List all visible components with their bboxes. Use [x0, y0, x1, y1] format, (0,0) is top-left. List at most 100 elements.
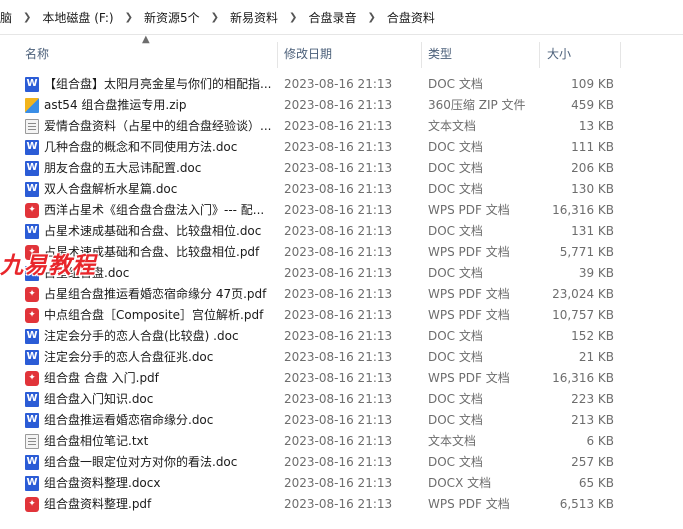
file-row[interactable]: ✦ 占星术速成基础和合盘、比较盘相位.pdf 2023-08-16 21:13 WPS…	[0, 242, 683, 263]
column-divider[interactable]	[620, 42, 621, 68]
column-divider[interactable]	[277, 42, 278, 68]
file-type: WPS PDF 文档	[428, 371, 510, 385]
file-type: DOC 文档	[428, 224, 483, 238]
column-header-row: ▲ 名称 修改日期 类型 大小	[0, 34, 683, 70]
breadcrumb-item[interactable]: 新资源5个	[142, 9, 202, 26]
file-row[interactable]: W 组合盘资料整理.docx 2023-08-16 21:13 DOCX 文档 65 K…	[0, 473, 683, 494]
file-size: 152 KB	[571, 329, 614, 343]
file-row[interactable]: W 【组合盘】太阳月亮金星与你们的相配指... 2023-08-16 21:13 DO…	[0, 74, 683, 95]
word-doc-icon: W	[25, 224, 39, 239]
word-doc-icon: W	[25, 392, 39, 407]
file-row[interactable]: ✦ 西洋占星术《组合盘合盘法入门》--- 配... 2023-08-16 21:13…	[0, 200, 683, 221]
file-row[interactable]: W 朋友合盘的五大忌讳配置.doc 2023-08-16 21:13 DOC 文档 20…	[0, 158, 683, 179]
file-name: 组合盘 合盘 入门.pdf	[44, 371, 159, 385]
file-size: 109 KB	[571, 77, 614, 91]
file-type: DOC 文档	[428, 161, 483, 175]
breadcrumb-item[interactable]: 新易资料	[228, 9, 280, 26]
file-size: 39 KB	[578, 266, 614, 280]
zip-archive-icon	[25, 98, 39, 113]
file-date-modified: 2023-08-16 21:13	[284, 329, 393, 343]
file-date-modified: 2023-08-16 21:13	[284, 119, 393, 133]
watermark-text: 九易教程	[0, 252, 96, 279]
file-type: WPS PDF 文档	[428, 203, 510, 217]
file-type: WPS PDF 文档	[428, 245, 510, 259]
file-name: 组合盘资料整理.docx	[44, 476, 161, 490]
word-doc-icon: W	[25, 161, 39, 176]
file-name: 组合盘相位笔记.txt	[44, 434, 149, 448]
file-row[interactable]: W 组合盘一眼定位对方对你的看法.doc 2023-08-16 21:13 DOC 文…	[0, 452, 683, 473]
file-row[interactable]: W 组合盘入门知识.doc 2023-08-16 21:13 DOC 文档 223 KB	[0, 389, 683, 410]
file-row[interactable]: 爱情合盘资料（占星中的组合盘经验谈）... 2023-08-16 21:13 文本文…	[0, 116, 683, 137]
column-header-date[interactable]: 修改日期	[284, 38, 418, 70]
file-type: DOC 文档	[428, 77, 483, 91]
file-name: 朋友合盘的五大忌讳配置.doc	[44, 161, 202, 175]
column-divider[interactable]	[539, 42, 540, 68]
file-type: WPS PDF 文档	[428, 497, 510, 511]
file-row[interactable]: W 注定会分手的恋人合盘(比较盘) .doc 2023-08-16 21:13 DOC…	[0, 326, 683, 347]
file-size: 5,771 KB	[559, 245, 614, 259]
file-type: DOC 文档	[428, 140, 483, 154]
file-row[interactable]: 组合盘相位笔记.txt 2023-08-16 21:13 文本文档 6 KB	[0, 431, 683, 452]
file-row[interactable]: W 注定会分手的恋人合盘征兆.doc 2023-08-16 21:13 DOC 文档 2…	[0, 347, 683, 368]
file-list: W 【组合盘】太阳月亮金星与你们的相配指... 2023-08-16 21:13 DO…	[0, 74, 683, 515]
file-date-modified: 2023-08-16 21:13	[284, 182, 393, 196]
file-row[interactable]: W 双人合盘解析水星篇.doc 2023-08-16 21:13 DOC 文档 130 …	[0, 179, 683, 200]
column-header-type[interactable]: 类型	[428, 38, 536, 70]
file-row[interactable]: W 几种合盘的概念和不同使用方法.doc 2023-08-16 21:13 DOC 文…	[0, 137, 683, 158]
breadcrumb-item[interactable]: 合盘录音	[306, 9, 358, 26]
word-doc-icon: W	[25, 140, 39, 155]
file-name: 组合盘一眼定位对方对你的看法.doc	[44, 455, 238, 469]
file-size: 6,513 KB	[559, 497, 614, 511]
file-size: 16,316 KB	[552, 371, 614, 385]
file-name: 双人合盘解析水星篇.doc	[44, 182, 178, 196]
file-name: 组合盘入门知识.doc	[44, 392, 154, 406]
file-row[interactable]: W 占星术速成基础和合盘、比较盘相位.doc 2023-08-16 21:13 DOC…	[0, 221, 683, 242]
file-date-modified: 2023-08-16 21:13	[284, 77, 393, 91]
file-size: 16,316 KB	[552, 203, 614, 217]
pdf-file-icon: ✦	[25, 371, 39, 386]
word-doc-icon: W	[25, 455, 39, 470]
chevron-right-icon[interactable]: ❯	[358, 12, 384, 23]
file-date-modified: 2023-08-16 21:13	[284, 140, 393, 154]
file-type: 文本文档	[428, 434, 477, 448]
file-size: 10,757 KB	[552, 308, 614, 322]
column-header-size[interactable]: 大小	[547, 38, 617, 70]
file-type: DOC 文档	[428, 455, 483, 469]
file-date-modified: 2023-08-16 21:13	[284, 287, 393, 301]
file-date-modified: 2023-08-16 21:13	[284, 392, 393, 406]
chevron-right-icon[interactable]: ❯	[202, 12, 228, 23]
file-row[interactable]: ✦ 组合盘资料整理.pdf 2023-08-16 21:13 WPS PDF 文档 6,…	[0, 494, 683, 515]
file-date-modified: 2023-08-16 21:13	[284, 161, 393, 175]
file-row[interactable]: ast54 组合盘推运专用.zip 2023-08-16 21:13 360压缩 Z…	[0, 95, 683, 116]
chevron-right-icon[interactable]: ❯	[116, 12, 142, 23]
file-row[interactable]: ✦ 组合盘 合盘 入门.pdf 2023-08-16 21:13 WPS PDF 文档…	[0, 368, 683, 389]
file-size: 131 KB	[571, 224, 614, 238]
file-date-modified: 2023-08-16 21:13	[284, 455, 393, 469]
file-name: 组合盘资料整理.pdf	[44, 497, 152, 511]
file-date-modified: 2023-08-16 21:13	[284, 371, 393, 385]
file-row[interactable]: ✦ 占星组合盘推运看婚恋宿命缘分 47页.pdf 2023-08-16 21:13 W…	[0, 284, 683, 305]
file-row[interactable]: W 占星组合盘.doc 2023-08-16 21:13 DOC 文档 39 KB	[0, 263, 683, 284]
file-row[interactable]: W 组合盘推运看婚恋宿命缘分.doc 2023-08-16 21:13 DOC 文档 2…	[0, 410, 683, 431]
file-date-modified: 2023-08-16 21:13	[284, 434, 393, 448]
file-date-modified: 2023-08-16 21:13	[284, 98, 393, 112]
file-type: DOC 文档	[428, 413, 483, 427]
chevron-right-icon[interactable]: ❯	[280, 12, 306, 23]
text-file-icon	[25, 119, 39, 134]
file-date-modified: 2023-08-16 21:13	[284, 350, 393, 364]
file-size: 111 KB	[571, 140, 614, 154]
column-divider[interactable]	[421, 42, 422, 68]
file-size: 130 KB	[571, 182, 614, 196]
file-row[interactable]: ✦ 中点组合盘［Composite］宫位解析.pdf 2023-08-16 21:1…	[0, 305, 683, 326]
word-doc-icon: W	[25, 413, 39, 428]
word-doc-icon: W	[25, 77, 39, 92]
file-name: 占星组合盘推运看婚恋宿命缘分 47页.pdf	[44, 287, 267, 301]
file-date-modified: 2023-08-16 21:13	[284, 413, 393, 427]
breadcrumb-item[interactable]: 脑	[0, 9, 14, 26]
column-header-name[interactable]: 名称	[25, 38, 275, 70]
chevron-right-icon[interactable]: ❯	[14, 12, 40, 23]
breadcrumb-item-current[interactable]: 合盘资料	[385, 9, 437, 26]
word-doc-icon: W	[25, 350, 39, 365]
file-type: 文本文档	[428, 119, 477, 133]
breadcrumb-item[interactable]: 本地磁盘 (F:)	[40, 9, 115, 26]
